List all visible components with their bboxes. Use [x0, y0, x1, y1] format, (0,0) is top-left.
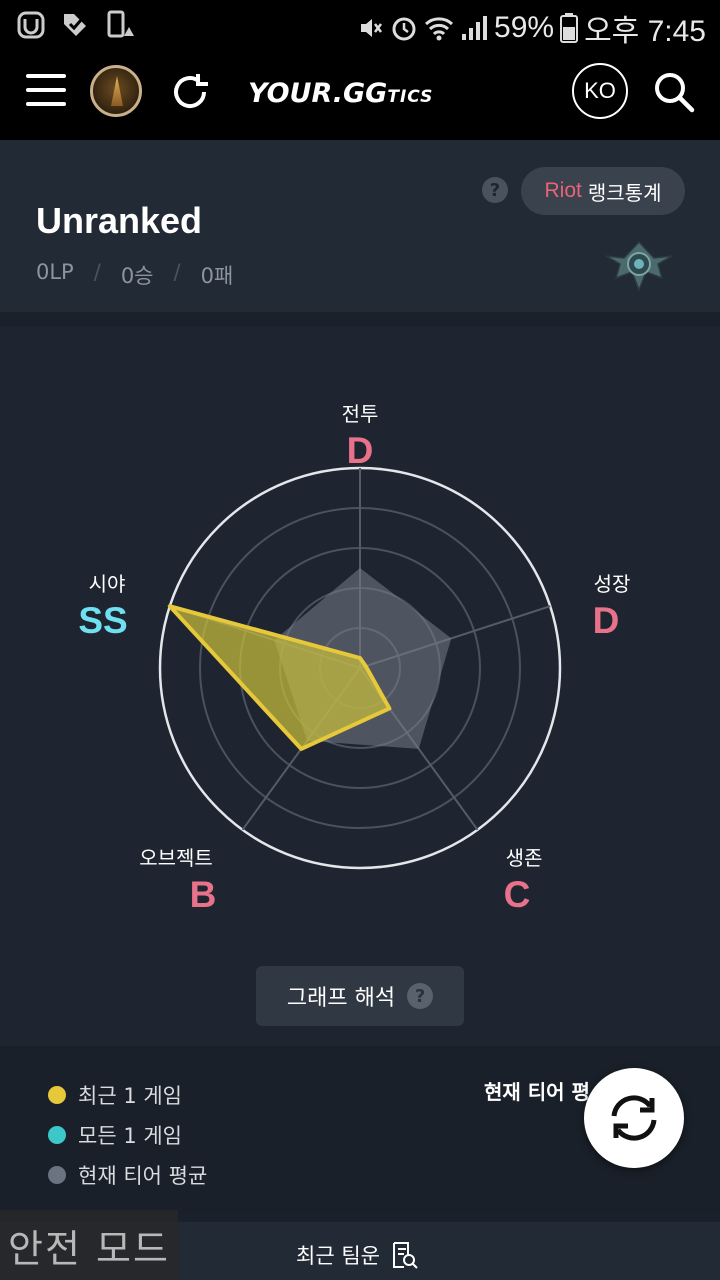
graph-analysis-button[interactable]: 그래프 해석 ? [256, 966, 464, 1026]
status-bar: 59% 오후 7:45 [0, 0, 720, 50]
axis-grade-growth: D [592, 600, 620, 641]
refresh-icon[interactable] [168, 70, 212, 114]
refresh-fab[interactable] [584, 1068, 684, 1168]
help-icon[interactable]: ? [482, 177, 508, 203]
axis-grade-vision: SS [78, 600, 128, 641]
axis-grade-combat: D [346, 430, 374, 471]
app-bar: YOUR.GGTICS KO [0, 50, 720, 140]
axis-label-combat: 전투 [341, 402, 379, 426]
rank-card: ? Riot 랭크통계 Unranked 0LP / 0승 / 0패 [0, 140, 720, 312]
losses-value: 0패 [200, 264, 234, 288]
legend-dot [48, 1166, 66, 1184]
legend-dot [48, 1086, 66, 1104]
help-icon: ? [407, 983, 434, 1009]
legend-item-all[interactable]: 모든 1 게임 [48, 1120, 182, 1150]
radar-chart-section: 전투 D 성장 D 생존 C 오브젝트 B 시야 SS 그래프 해석 ? [0, 326, 720, 1046]
rank-tier: Unranked [36, 200, 203, 241]
app-logo[interactable]: YOUR.GGTICS [248, 78, 433, 109]
app-notification-icon [17, 11, 45, 39]
battery-icon [560, 13, 579, 43]
signal-icon [462, 16, 488, 40]
axis-label-growth: 성장 [593, 572, 631, 596]
search-icon[interactable] [652, 70, 696, 114]
current-tier-average-label: 현재 티어 평 [484, 1080, 590, 1104]
axis-label-objective: 오브젝트 [139, 846, 213, 870]
rank-stats: 0LP / 0승 / 0패 [36, 260, 234, 288]
alarm-icon [392, 17, 416, 41]
tier-crest-icon [111, 76, 123, 106]
axis-label-survival: 생존 [505, 846, 543, 870]
safe-mode-overlay: 안전 모드 [0, 1210, 178, 1280]
mute-icon [361, 19, 383, 37]
legend-item-tier-avg[interactable]: 현재 티어 평균 [48, 1160, 207, 1190]
device-alert-icon [107, 10, 134, 38]
menu-icon [26, 74, 66, 78]
riot-rank-stats-button[interactable]: Riot 랭크통계 [521, 167, 685, 215]
recent-team-luck-button[interactable]: 최근 팀운 [296, 1240, 418, 1270]
sync-icon [611, 1095, 657, 1141]
legend-item-recent[interactable]: 최근 1 게임 [48, 1080, 182, 1110]
check-notification-icon [64, 14, 86, 36]
wins-value: 0승 [120, 264, 154, 288]
language-button[interactable]: KO [572, 63, 628, 119]
document-search-icon [392, 1242, 418, 1269]
axis-grade-survival: C [503, 874, 531, 915]
axis-grade-objective: B [189, 874, 217, 915]
lp-value: 0LP [36, 260, 74, 284]
axis-label-vision: 시야 [88, 572, 126, 596]
tier-emblem-icon [605, 240, 673, 292]
battery-percent: 59% [494, 11, 555, 44]
legend-dot [48, 1126, 66, 1144]
clock: 오후 7:45 [584, 15, 706, 48]
wifi-icon [424, 17, 454, 41]
profile-avatar[interactable] [90, 65, 142, 117]
menu-button[interactable] [26, 74, 66, 108]
